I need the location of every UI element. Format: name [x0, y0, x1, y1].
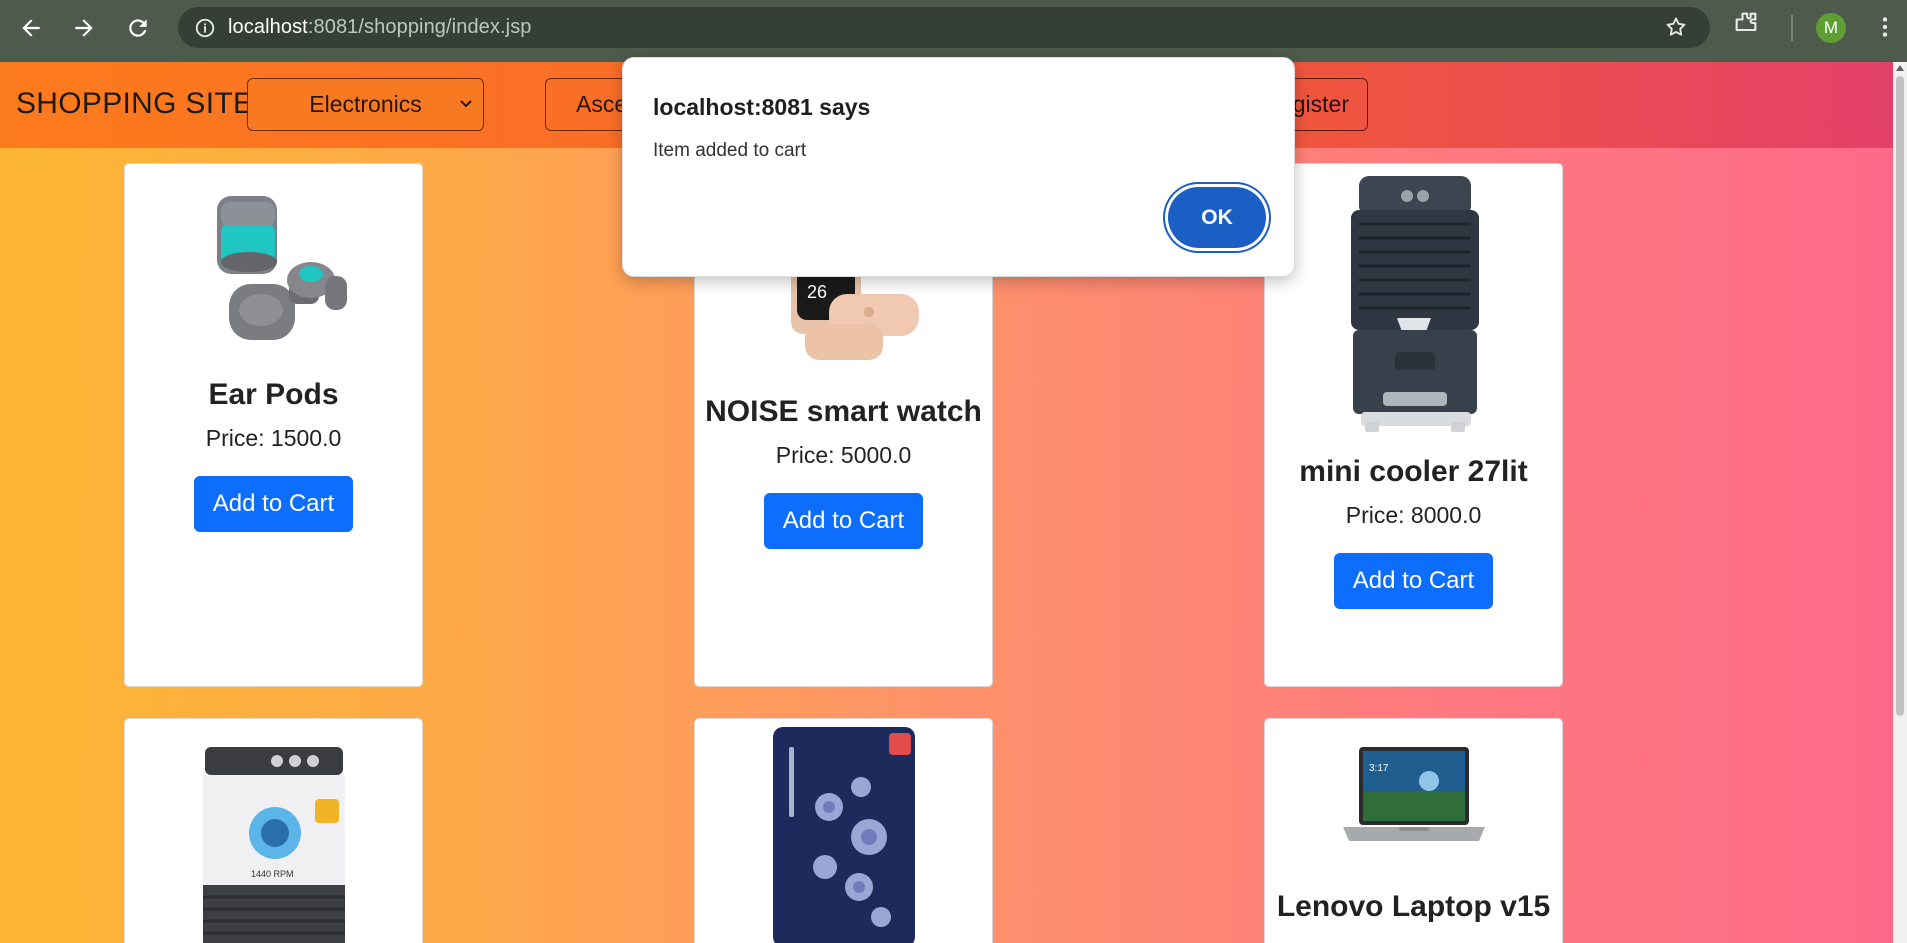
product-price: Price: 5000.0: [775, 442, 912, 468]
sort-label: Asce: [576, 91, 628, 117]
refrigerator-image: [772, 727, 915, 943]
product-title: Lenovo Laptop v15: [1276, 890, 1551, 923]
add-to-cart-button[interactable]: Add to Cart: [763, 493, 924, 549]
watch-face-text: 26: [807, 282, 827, 302]
product-card: 1440 RPM: [124, 718, 423, 943]
reload-icon: [129, 19, 147, 37]
browser-toolbar: localhost:8081/shopping/index.jsp M: [0, 0, 1907, 62]
forward-button[interactable]: [64, 8, 104, 48]
dialog-message: Item added to cart: [653, 140, 807, 161]
category-select[interactable]: Electronics: [247, 78, 484, 131]
scroll-up-arrow-icon[interactable]: [1896, 65, 1904, 71]
smartwatch-image: 26: [790, 264, 919, 360]
laptop-image: 3:17: [1342, 747, 1485, 841]
add-to-cart-button[interactable]: Add to Cart: [1333, 553, 1494, 609]
washing-machine-image: 1440 RPM: [202, 747, 345, 943]
product-title: mini cooler 27lit: [1299, 455, 1528, 488]
bookmark-star-icon[interactable]: [1664, 15, 1688, 44]
dialog-title: localhost:8081 says: [653, 94, 871, 120]
product-card: Ear Pods Price: 1500.0 Add to Cart: [124, 163, 423, 687]
product-price: Price: 8000.0: [1345, 502, 1482, 528]
chevron-down-icon: [460, 100, 472, 108]
dialog-ok-button[interactable]: OK: [1168, 187, 1266, 248]
back-button[interactable]: [11, 8, 51, 48]
site-info-icon[interactable]: [192, 15, 218, 41]
site-brand[interactable]: SHOPPING SITE: [16, 87, 253, 121]
page-scrollbar[interactable]: [1893, 62, 1907, 943]
register-label: gister: [1292, 91, 1349, 117]
profile-avatar[interactable]: M: [1816, 13, 1846, 43]
url-path: :8081/shopping/index.jsp: [307, 16, 532, 38]
washer-label-text: 1440 RPM: [251, 869, 294, 879]
earbuds-image: [216, 196, 347, 340]
more-menu-icon[interactable]: [1872, 12, 1898, 47]
url-text: localhost:8081/shopping/index.jsp: [228, 16, 532, 39]
product-card: 3:17 Lenovo Laptop v15: [1264, 718, 1563, 943]
address-bar[interactable]: localhost:8081/shopping/index.jsp: [178, 7, 1710, 48]
arrow-right-icon: [75, 19, 93, 37]
product-card: [694, 718, 993, 943]
add-to-cart-button[interactable]: Add to Cart: [193, 476, 354, 532]
product-title: Ear Pods: [208, 378, 339, 411]
arrow-left-icon: [22, 19, 40, 37]
alert-dialog: localhost:8081 says Item added to cart O…: [622, 57, 1295, 277]
toolbar-divider: [1791, 15, 1793, 41]
extensions-puzzle-icon[interactable]: [1732, 9, 1760, 42]
reload-button[interactable]: [118, 8, 158, 48]
category-selected-value: Electronics: [309, 91, 422, 117]
product-price: Price: 1500.0: [205, 425, 342, 451]
air-cooler-image: [1350, 176, 1479, 432]
laptop-screen-text: 3:17: [1369, 763, 1389, 774]
scrollbar-thumb[interactable]: [1896, 76, 1904, 716]
url-host: localhost: [228, 16, 308, 38]
product-card: mini cooler 27lit Price: 8000.0 Add to C…: [1264, 163, 1563, 687]
product-title: NOISE smart watch: [705, 395, 982, 428]
